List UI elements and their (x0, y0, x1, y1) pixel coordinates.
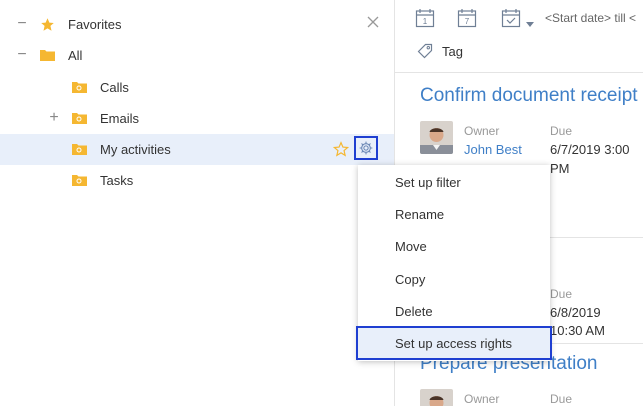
due-time: 10:30 AM (550, 323, 605, 338)
menu-item-label: Set up access rights (395, 336, 513, 351)
collapse-toggle-icon[interactable]: − (15, 16, 29, 32)
menu-item-label: Delete (395, 304, 433, 319)
avatar (420, 121, 453, 154)
tree-label-calls: Calls (100, 80, 129, 95)
menu-item-copy[interactable]: Copy (358, 263, 550, 295)
menu-item-move[interactable]: Move (358, 230, 550, 262)
tree-label-emails: Emails (100, 111, 140, 126)
menu-item-label: Move (395, 239, 427, 254)
folder-tree-panel: − Favorites − All Calls + Emails My acti… (0, 0, 395, 406)
tag-button-label[interactable]: Tag (442, 44, 463, 59)
star-outline-icon[interactable] (332, 141, 350, 157)
menu-item-label: Set up filter (395, 175, 461, 190)
due-date: 6/7/2019 3:00 (550, 142, 630, 157)
menu-item-label: Copy (395, 272, 426, 287)
collapse-toggle-icon[interactable]: − (15, 47, 29, 63)
tag-icon[interactable] (417, 43, 433, 59)
chevron-down-icon[interactable] (526, 16, 534, 31)
divider (395, 72, 643, 73)
expand-toggle-icon[interactable]: + (47, 110, 61, 126)
close-icon[interactable] (366, 15, 380, 29)
menu-item-set-up-access-rights[interactable]: Set up access rights (356, 326, 552, 360)
folder-icon (40, 49, 55, 61)
day-calendar-icon[interactable]: 1 (415, 8, 435, 28)
due-label: Due (550, 287, 573, 301)
svg-text:1: 1 (423, 17, 428, 26)
tree-label-tasks: Tasks (100, 173, 134, 188)
owner-label: Owner (464, 124, 500, 138)
tree-row-tasks[interactable]: Tasks (0, 165, 394, 196)
tree-row-calls[interactable]: Calls (0, 72, 394, 103)
activity-title[interactable]: Confirm document receipt (420, 85, 638, 107)
owner-label: Owner (464, 392, 500, 406)
tree-label-favorites: Favorites (68, 17, 122, 32)
menu-item-label: Rename (395, 207, 445, 222)
tree-row-all[interactable]: − All (0, 40, 394, 71)
due-date: 6/8/2019 (550, 305, 601, 320)
tree-row-emails[interactable]: + Emails (0, 103, 394, 134)
search-folder-icon (72, 143, 87, 155)
due-label: Due (550, 124, 573, 138)
search-folder-icon (72, 112, 87, 124)
star-filled-icon (40, 17, 55, 35)
tree-row-favorites[interactable]: − Favorites (0, 9, 394, 40)
period-calendar-icon[interactable] (501, 8, 521, 28)
tree-label-all: All (68, 48, 83, 63)
date-range-text[interactable]: <Start date> till < (545, 11, 636, 25)
menu-item-rename[interactable]: Rename (358, 198, 550, 230)
search-folder-icon (72, 81, 87, 93)
tree-label-my-activities: My activities (100, 142, 171, 157)
week-calendar-icon[interactable]: 7 (457, 8, 477, 28)
owner-link[interactable]: John Best (464, 142, 522, 157)
due-time: PM (550, 161, 570, 176)
avatar (420, 389, 453, 406)
folder-settings-button[interactable] (354, 136, 378, 160)
menu-item-delete[interactable]: Delete (358, 295, 550, 327)
svg-text:7: 7 (465, 17, 470, 26)
due-label: Due (550, 392, 573, 406)
folder-context-menu: Set up filter Rename Move Copy Delete Se… (356, 165, 552, 361)
search-folder-icon (72, 174, 87, 186)
menu-item-set-up-filter[interactable]: Set up filter (358, 166, 550, 198)
